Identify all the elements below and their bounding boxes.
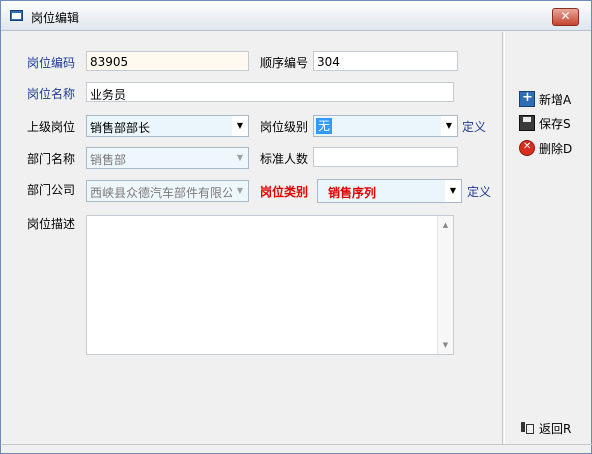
post-code-label: 岗位编码 <box>27 56 76 70</box>
post-level-select[interactable]: 无 ▼ <box>313 115 458 137</box>
delete-button[interactable]: 删除D <box>519 138 572 158</box>
back-label: 返回R <box>539 421 572 436</box>
action-panel: 新增A 保存S 删除D 返回R <box>504 32 591 445</box>
desc-scrollbar[interactable]: ▲ ▼ <box>437 216 453 354</box>
new-label: 新增A <box>539 92 572 107</box>
save-label: 保存S <box>539 116 571 131</box>
post-name-label: 岗位名称 <box>27 87 76 101</box>
headcount-field[interactable] <box>313 147 458 167</box>
dept-company-value: 西峡县众德汽车部件有限公 <box>90 186 235 200</box>
form-panel: 岗位编码 83905 顺序编号 304 岗位名称 业务员 上级岗位 销售部部长 … <box>2 32 503 445</box>
headcount-label: 标准人数 <box>260 152 309 166</box>
chevron-down-icon[interactable]: ▼ <box>441 116 457 136</box>
dept-name-label: 部门名称 <box>27 152 76 166</box>
post-type-define-link[interactable]: 定义 <box>467 183 491 200</box>
delete-icon <box>519 140 535 156</box>
scroll-up-icon[interactable]: ▲ <box>438 218 453 232</box>
parent-post-value: 销售部部长 <box>90 121 151 135</box>
save-icon <box>519 115 535 131</box>
parent-post-label: 上级岗位 <box>27 120 76 134</box>
app-window-icon <box>10 10 23 21</box>
save-button[interactable]: 保存S <box>519 113 571 133</box>
post-level-label: 岗位级别 <box>260 120 309 134</box>
post-name-field[interactable]: 业务员 <box>86 82 454 102</box>
desc-label: 岗位描述 <box>27 217 76 231</box>
post-level-define-link[interactable]: 定义 <box>462 118 486 135</box>
order-no-label: 顺序编号 <box>260 56 309 70</box>
back-button[interactable]: 返回R <box>519 418 571 438</box>
order-no-field[interactable]: 304 <box>313 51 458 71</box>
dept-company-select[interactable]: 西峡县众德汽车部件有限公 ▼ <box>86 180 249 202</box>
parent-post-select[interactable]: 销售部部长 ▼ <box>86 115 249 137</box>
dept-name-select[interactable]: 销售部 ▼ <box>86 147 249 169</box>
close-button[interactable]: ✕ <box>552 8 579 26</box>
chevron-down-icon[interactable]: ▼ <box>232 148 248 168</box>
new-button[interactable]: 新增A <box>519 89 571 109</box>
title-bar: 岗位编辑 ✕ <box>1 1 591 31</box>
new-icon <box>519 90 535 107</box>
post-edit-window: 岗位编辑 ✕ 岗位编码 83905 顺序编号 304 岗位名称 业务员 上级岗位… <box>0 0 592 454</box>
chevron-down-icon[interactable]: ▼ <box>445 180 461 202</box>
desc-textarea[interactable]: ▲ ▼ <box>86 215 454 355</box>
window-title: 岗位编辑 <box>31 11 80 25</box>
post-type-label: 岗位类别 <box>260 185 309 199</box>
post-code-field[interactable]: 83905 <box>86 51 249 71</box>
chevron-down-icon[interactable]: ▼ <box>232 181 248 201</box>
bottom-divider <box>2 444 592 445</box>
back-icon <box>519 420 535 436</box>
dept-company-label: 部门公司 <box>27 183 76 197</box>
delete-label: 删除D <box>539 141 573 156</box>
scroll-down-icon[interactable]: ▼ <box>438 338 453 352</box>
dept-name-value: 销售部 <box>90 153 127 167</box>
post-type-value: 销售序列 <box>328 186 377 200</box>
chevron-down-icon[interactable]: ▼ <box>232 116 248 136</box>
post-type-select[interactable]: 销售序列 ▼ <box>317 179 462 203</box>
post-level-value: 无 <box>316 118 333 134</box>
